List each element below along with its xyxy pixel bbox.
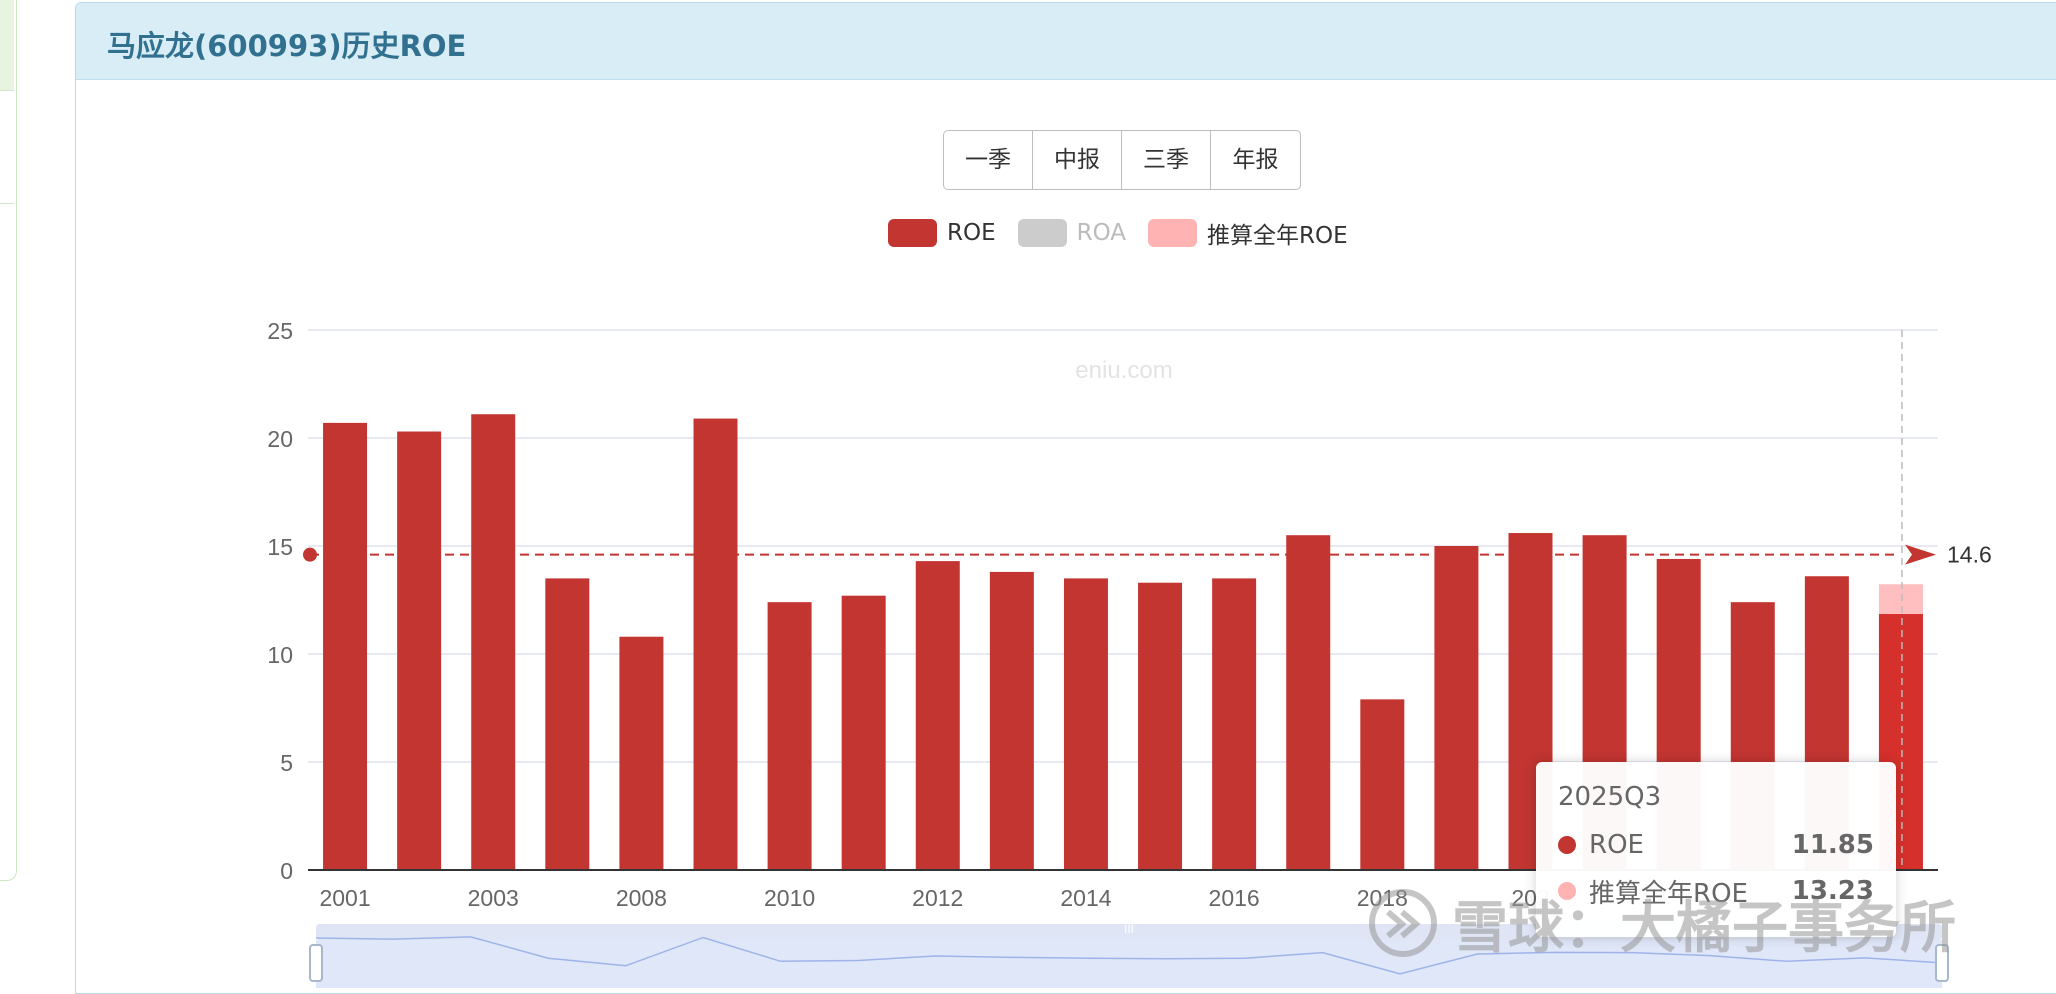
zoom-handle-right: [1935, 944, 1949, 982]
tooltip-dot-roe: [1558, 836, 1576, 854]
bar-roe: [915, 561, 960, 870]
x-tick-label: 2010: [764, 885, 815, 911]
bar-roe: [619, 636, 664, 870]
bar-roe: [397, 431, 442, 870]
tooltip-name-roe: ROE: [1589, 830, 1644, 860]
bar-roe: [1063, 578, 1108, 870]
bar-roe: [841, 595, 886, 870]
tooltip-dot-estimate: [1558, 882, 1576, 900]
bar-roe: [1434, 546, 1479, 870]
bar-roe: [1286, 535, 1331, 870]
average-line-label: 14.6: [1947, 542, 1992, 568]
y-tick-label: 25: [267, 318, 293, 344]
bar-roe: [1138, 582, 1183, 870]
y-tick-label: 0: [280, 858, 293, 884]
bar-roe: [767, 602, 812, 870]
x-tick-label: 2016: [1209, 885, 1260, 911]
chart-tooltip: 2025Q3 ROE 11.85 推算全年ROE 13.23: [1536, 762, 1896, 937]
chart-source-mark: eniu.com: [1075, 357, 1172, 384]
zoom-grip-mark: III: [1124, 922, 1134, 936]
y-tick-label: 5: [280, 750, 293, 776]
x-tick-label: 2003: [468, 885, 519, 911]
x-tick-label: 2018: [1357, 885, 1408, 911]
average-line-start-dot: [303, 547, 317, 562]
bar-roe: [693, 418, 738, 870]
tooltip-value-roe: 11.85: [1791, 830, 1874, 860]
tooltip-value-estimate: 13.23: [1791, 876, 1874, 906]
zoom-window: [316, 940, 1942, 988]
y-tick-label: 10: [267, 642, 293, 668]
y-tick-label: 15: [267, 534, 293, 560]
x-tick-label: 2008: [616, 885, 667, 911]
average-line-arrow: [1905, 544, 1936, 565]
bar-roe: [1212, 578, 1257, 870]
x-tick-label: 2012: [912, 885, 963, 911]
x-tick-label: 2001: [319, 885, 370, 911]
bar-roe: [989, 571, 1034, 870]
tooltip-row-roe: ROE 11.85: [1558, 828, 1874, 862]
bar-roe: [1360, 699, 1405, 870]
tooltip-row-estimate: 推算全年ROE 13.23: [1558, 874, 1874, 909]
zoom-handle-left: [309, 944, 323, 982]
y-tick-label: 20: [267, 426, 293, 452]
x-tick-label: 2014: [1060, 885, 1111, 911]
tooltip-title: 2025Q3: [1558, 782, 1662, 812]
bar-roe: [471, 414, 516, 870]
bar-roe: [323, 422, 368, 870]
bar-roe: [545, 578, 590, 870]
tooltip-name-estimate: 推算全年ROE: [1589, 878, 1748, 909]
